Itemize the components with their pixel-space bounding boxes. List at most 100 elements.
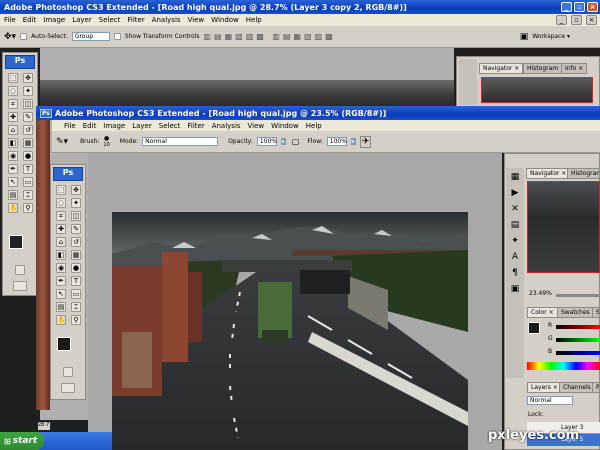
tab-layers[interactable]: Layers × bbox=[527, 382, 562, 393]
doc-close-button[interactable]: × bbox=[586, 15, 597, 25]
paragraph-icon[interactable]: ¶ bbox=[512, 268, 518, 278]
front-menu-layer[interactable]: Layer bbox=[132, 122, 152, 130]
front-shape-tool-icon[interactable]: ▭ bbox=[71, 289, 81, 299]
front-eraser-tool-icon[interactable]: ◧ bbox=[56, 250, 66, 260]
brush-preset-picker[interactable]: ● 10 bbox=[103, 135, 109, 149]
workspace-icon[interactable]: ▣ bbox=[520, 32, 529, 42]
back-hand-tool-icon[interactable]: ✋ bbox=[8, 203, 18, 213]
clone-source-icon[interactable]: ✦ bbox=[511, 236, 519, 246]
history-icon[interactable]: ▦ bbox=[511, 172, 520, 182]
back-eraser-tool-icon[interactable]: ◧ bbox=[8, 138, 18, 148]
front-menu-help[interactable]: Help bbox=[306, 122, 322, 130]
opacity-arrow-icon[interactable]: ▸ bbox=[280, 138, 286, 145]
front-stamp-tool-icon[interactable]: ⌂ bbox=[56, 237, 66, 247]
start-button[interactable]: ⊞ start bbox=[0, 432, 44, 450]
channel-b-slider[interactable] bbox=[556, 351, 600, 355]
move-tool-icon[interactable]: ✥▾ bbox=[4, 32, 16, 42]
auto-select-dropdown[interactable]: Group bbox=[71, 32, 110, 41]
tab-channels[interactable]: Channels bbox=[559, 382, 595, 393]
back-path-select-tool-icon[interactable]: ↖ bbox=[8, 177, 18, 187]
close-button[interactable]: × bbox=[587, 2, 598, 12]
brush-tool-icon[interactable]: ✎▾ bbox=[56, 137, 68, 147]
restore-button[interactable]: ▫ bbox=[574, 2, 585, 12]
front-menu-analysis[interactable]: Analysis bbox=[212, 122, 241, 130]
front-lasso-tool-icon[interactable]: ◌ bbox=[56, 198, 66, 208]
menu-view[interactable]: View bbox=[188, 16, 205, 24]
back-eyedropper-tool-icon[interactable]: ⌶ bbox=[23, 190, 33, 200]
back-type-tool-icon[interactable]: T bbox=[23, 164, 33, 174]
front-healing-tool-icon[interactable]: ✚ bbox=[56, 224, 66, 234]
front-quick-mask-button[interactable] bbox=[63, 367, 73, 377]
back-gradient-tool-icon[interactable]: ▦ bbox=[23, 138, 33, 148]
back-blur-tool-icon[interactable]: ◉ bbox=[8, 151, 18, 161]
doc-restore-button[interactable]: ▫ bbox=[571, 15, 582, 25]
minimize-button[interactable]: _ bbox=[561, 2, 572, 12]
menu-select[interactable]: Select bbox=[99, 16, 121, 24]
airbrush-icon[interactable]: ✈ bbox=[359, 135, 372, 148]
front-menu-view[interactable]: View bbox=[248, 122, 265, 130]
back-history-brush-tool-icon[interactable]: ↺ bbox=[23, 125, 33, 135]
front-hand-tool-icon[interactable]: ✋ bbox=[56, 315, 66, 325]
channel-g-slider[interactable] bbox=[556, 338, 600, 342]
workspace-button[interactable]: Workspace ▾ bbox=[532, 33, 600, 40]
tab-info-back[interactable]: Info × bbox=[561, 63, 588, 74]
tablet-opacity-icon[interactable]: ▢ bbox=[292, 137, 300, 146]
front-menu-window[interactable]: Window bbox=[271, 122, 299, 130]
menu-layer[interactable]: Layer bbox=[72, 16, 92, 24]
tools-icon[interactable]: ✕ bbox=[511, 204, 519, 214]
back-brush-tool-icon[interactable]: ✎ bbox=[23, 112, 33, 122]
front-dodge-tool-icon[interactable]: ● bbox=[71, 263, 81, 273]
screen-mode-button[interactable] bbox=[13, 281, 27, 291]
tab-histogram-front[interactable]: Histogram bbox=[567, 168, 600, 179]
front-crop-tool-icon[interactable]: ⌗ bbox=[56, 211, 66, 221]
show-transform-checkbox[interactable] bbox=[113, 33, 121, 40]
foreground-color-swatch[interactable] bbox=[9, 235, 23, 249]
front-blur-tool-icon[interactable]: ◉ bbox=[56, 263, 66, 273]
menu-image[interactable]: Image bbox=[43, 16, 65, 24]
front-type-tool-icon[interactable]: T bbox=[71, 276, 81, 286]
flow-arrow-icon[interactable]: ▸ bbox=[350, 138, 356, 145]
front-slice-tool-icon[interactable]: ◫ bbox=[71, 211, 81, 221]
menu-analysis[interactable]: Analysis bbox=[152, 16, 181, 24]
color-ramp[interactable] bbox=[527, 362, 600, 370]
back-zoom-tool-icon[interactable]: ⚲ bbox=[23, 203, 33, 213]
menu-filter[interactable]: Filter bbox=[127, 16, 144, 24]
character-icon[interactable]: A bbox=[512, 252, 518, 262]
front-magic-wand-tool-icon[interactable]: ✦ bbox=[71, 198, 81, 208]
align-buttons[interactable]: ▥▤▦▧▨▩ ▥▤▦▧▨▩ bbox=[203, 32, 335, 41]
quick-mask-button[interactable] bbox=[15, 265, 25, 275]
back-notes-tool-icon[interactable]: ▤ bbox=[8, 190, 18, 200]
tab-swatches[interactable]: Swatches bbox=[557, 307, 594, 318]
front-zoom-tool-icon[interactable]: ⚲ bbox=[71, 315, 81, 325]
front-window-titlebar[interactable]: Ps Adobe Photoshop CS3 Extended - [Road … bbox=[36, 106, 600, 120]
front-screen-mode-button[interactable] bbox=[61, 383, 75, 393]
front-foreground-color-swatch[interactable] bbox=[57, 337, 71, 351]
tab-histogram-back[interactable]: Histogram bbox=[523, 63, 563, 74]
front-eyedropper-tool-icon[interactable]: ⌶ bbox=[71, 302, 81, 312]
back-stamp-tool-icon[interactable]: ⌂ bbox=[8, 125, 18, 135]
back-shape-tool-icon[interactable]: ▭ bbox=[23, 177, 33, 187]
back-pen-tool-icon[interactable]: ✒ bbox=[8, 164, 18, 174]
tab-styles[interactable]: St bbox=[592, 307, 600, 318]
menu-help[interactable]: Help bbox=[246, 16, 262, 24]
channel-r-slider[interactable] bbox=[556, 325, 600, 329]
back-marquee-tool-icon[interactable]: ⬚ bbox=[8, 73, 18, 83]
front-path-select-tool-icon[interactable]: ↖ bbox=[56, 289, 66, 299]
back-slice-tool-icon[interactable]: ◫ bbox=[23, 99, 33, 109]
menu-window[interactable]: Window bbox=[211, 16, 239, 24]
tab-paths[interactable]: Path bbox=[592, 382, 600, 393]
flow-field[interactable]: 100% bbox=[326, 137, 347, 146]
front-menu-filter[interactable]: Filter bbox=[187, 122, 204, 130]
actions-icon[interactable]: ▶ bbox=[512, 188, 519, 198]
front-menu-image[interactable]: Image bbox=[103, 122, 125, 130]
opacity-field[interactable]: 100% bbox=[256, 137, 277, 146]
front-menu-edit[interactable]: Edit bbox=[83, 122, 97, 130]
front-brush-tool-icon[interactable]: ✎ bbox=[71, 224, 81, 234]
back-crop-tool-icon[interactable]: ⌗ bbox=[8, 99, 18, 109]
tab-color[interactable]: Color × bbox=[527, 307, 558, 318]
tab-navigator-back[interactable]: Navigator × bbox=[479, 63, 524, 74]
back-dodge-tool-icon[interactable]: ● bbox=[23, 151, 33, 161]
back-lasso-tool-icon[interactable]: ◌ bbox=[8, 86, 18, 96]
nav-zoom-value[interactable]: 23.49% bbox=[529, 290, 552, 297]
front-notes-tool-icon[interactable]: ▤ bbox=[56, 302, 66, 312]
